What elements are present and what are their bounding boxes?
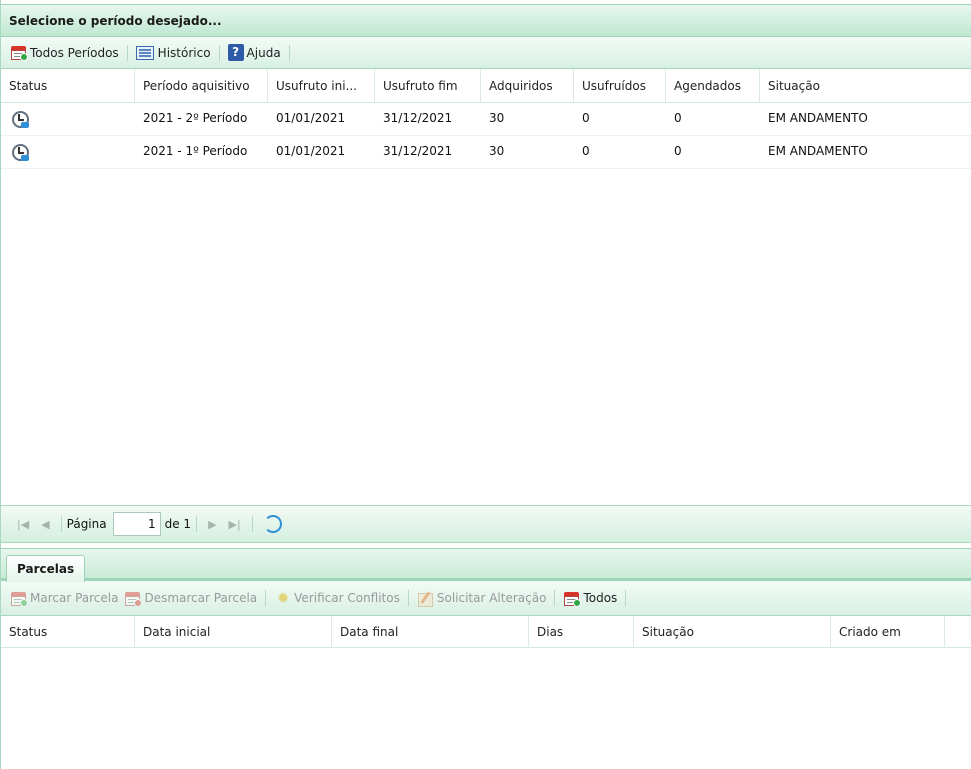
column-header-usufruto-fim[interactable]: Usufruto fim — [375, 69, 481, 103]
cell-usufruto-fim: 31/12/2021 — [383, 111, 453, 125]
help-icon: ? — [227, 44, 244, 61]
toolbar-separator — [265, 590, 267, 606]
cell-adquiridos: 30 — [489, 144, 505, 158]
toolbar-separator — [407, 590, 409, 606]
verificar-conflitos-label: Verificar Conflitos — [294, 591, 400, 605]
pager-separator — [196, 516, 198, 532]
column-header-situacao[interactable]: Situação — [634, 616, 831, 648]
cell-usufruidos: 0 — [582, 111, 590, 125]
cell-situacao: EM ANDAMENTO — [768, 144, 868, 158]
column-header-usufruidos[interactable]: Usufruídos — [574, 69, 666, 103]
column-header-data-inicial[interactable]: Data inicial — [135, 616, 332, 648]
toolbar-separator — [126, 44, 128, 61]
prev-page-icon[interactable]: ◀ — [35, 518, 55, 531]
parcelas-panel: Parcelas Marcar Parcela Desmarcar Parcel… — [0, 548, 971, 769]
column-header-status[interactable]: Status — [1, 69, 135, 103]
page-input[interactable]: 1 — [112, 512, 161, 536]
pager-separator — [251, 516, 253, 532]
clock-arrow-icon — [11, 143, 29, 161]
column-header-situacao[interactable]: Situação — [760, 69, 971, 103]
solicitar-alteracao-button[interactable]: Solicitar Alteração — [414, 587, 550, 609]
ajuda-button[interactable]: ? Ajuda — [225, 42, 284, 64]
first-page-icon[interactable]: |◀ — [11, 518, 35, 531]
periods-toolbar: Todos Períodos Histórico ? Ajuda — [1, 37, 971, 69]
cell-agendados: 0 — [674, 111, 682, 125]
cell-periodo: 2021 - 1º Período — [143, 144, 248, 158]
tab-strip: Parcelas — [1, 548, 971, 582]
toolbar-separator — [288, 44, 290, 61]
page-label: Página — [66, 517, 107, 531]
table-row[interactable]: 2021 - 2º Período 01/01/2021 31/12/2021 … — [1, 103, 971, 136]
column-header-dias[interactable]: Dias — [529, 616, 634, 648]
clock-arrow-icon — [11, 110, 29, 128]
todos-button[interactable]: Todos — [560, 587, 620, 609]
column-header-criado-em[interactable]: Criado em — [831, 616, 945, 648]
column-header-status[interactable]: Status — [1, 616, 135, 648]
calendar-add-icon — [10, 44, 28, 61]
cell-usufruto-ini: 01/01/2021 — [276, 144, 346, 158]
refresh-icon[interactable] — [263, 515, 282, 533]
column-header-periodo[interactable]: Período aquisitivo — [135, 69, 268, 103]
calendar-add-icon — [10, 590, 28, 607]
todos-periodos-button[interactable]: Todos Períodos — [7, 42, 122, 64]
pager-separator — [60, 516, 62, 532]
ajuda-label: Ajuda — [246, 45, 281, 60]
calendar-remove-icon — [124, 590, 143, 607]
column-header-agendados[interactable]: Agendados — [666, 69, 760, 103]
page-of-label: de 1 — [164, 517, 192, 531]
todos-periodos-label: Todos Períodos — [30, 45, 119, 60]
toolbar-separator — [625, 590, 627, 606]
desmarcar-parcela-label: Desmarcar Parcela — [144, 591, 258, 605]
desmarcar-parcela-button[interactable]: Desmarcar Parcela — [121, 587, 260, 609]
column-header-adquiridos[interactable]: Adquiridos — [481, 69, 574, 103]
edit-icon — [417, 590, 435, 607]
todos-label: Todos — [583, 591, 618, 605]
cell-periodo: 2021 - 2º Período — [143, 111, 248, 125]
toolbar-separator — [218, 44, 220, 61]
historico-button[interactable]: Histórico — [133, 42, 214, 64]
table-row[interactable]: 2021 - 1º Período 01/01/2021 31/12/2021 … — [1, 136, 971, 169]
periods-grid-header: Status Período aquisitivo Usufruto ini..… — [1, 69, 971, 103]
verificar-conflitos-button[interactable]: ✹ Verificar Conflitos — [271, 587, 403, 609]
last-page-icon[interactable]: ▶| — [223, 518, 247, 531]
cell-usufruto-fim: 31/12/2021 — [383, 144, 453, 158]
column-header-usufruto-ini[interactable]: Usufruto ini... — [268, 69, 375, 103]
warning-icon: ✹ — [276, 588, 290, 607]
cell-usufruidos: 0 — [582, 144, 590, 158]
cell-agendados: 0 — [674, 144, 682, 158]
cell-situacao: EM ANDAMENTO — [768, 111, 868, 125]
list-icon — [135, 45, 154, 60]
calendar-add-icon — [563, 590, 582, 607]
marcar-parcela-label: Marcar Parcela — [30, 591, 119, 605]
periods-panel: Selecione o período desejado... Todos Pe… — [0, 0, 971, 548]
next-page-icon[interactable]: ▶ — [202, 518, 222, 531]
toolbar-separator — [554, 590, 556, 606]
marcar-parcela-button[interactable]: Marcar Parcela — [7, 587, 121, 609]
panel-title: Selecione o período desejado... — [1, 4, 971, 37]
parcelas-toolbar: Marcar Parcela Desmarcar Parcela ✹ Verif… — [1, 581, 971, 616]
parcelas-grid-header: Status Data inicial Data final Dias Situ… — [1, 616, 971, 648]
column-header-data-final[interactable]: Data final — [332, 616, 529, 648]
cell-adquiridos: 30 — [489, 111, 505, 125]
solicitar-alteracao-label: Solicitar Alteração — [436, 591, 547, 605]
historico-label: Histórico — [157, 45, 211, 60]
pager: |◀ ◀ Página 1 de 1 ▶ ▶| — [1, 505, 971, 543]
tab-parcelas[interactable]: Parcelas — [6, 555, 86, 582]
cell-usufruto-ini: 01/01/2021 — [276, 111, 346, 125]
